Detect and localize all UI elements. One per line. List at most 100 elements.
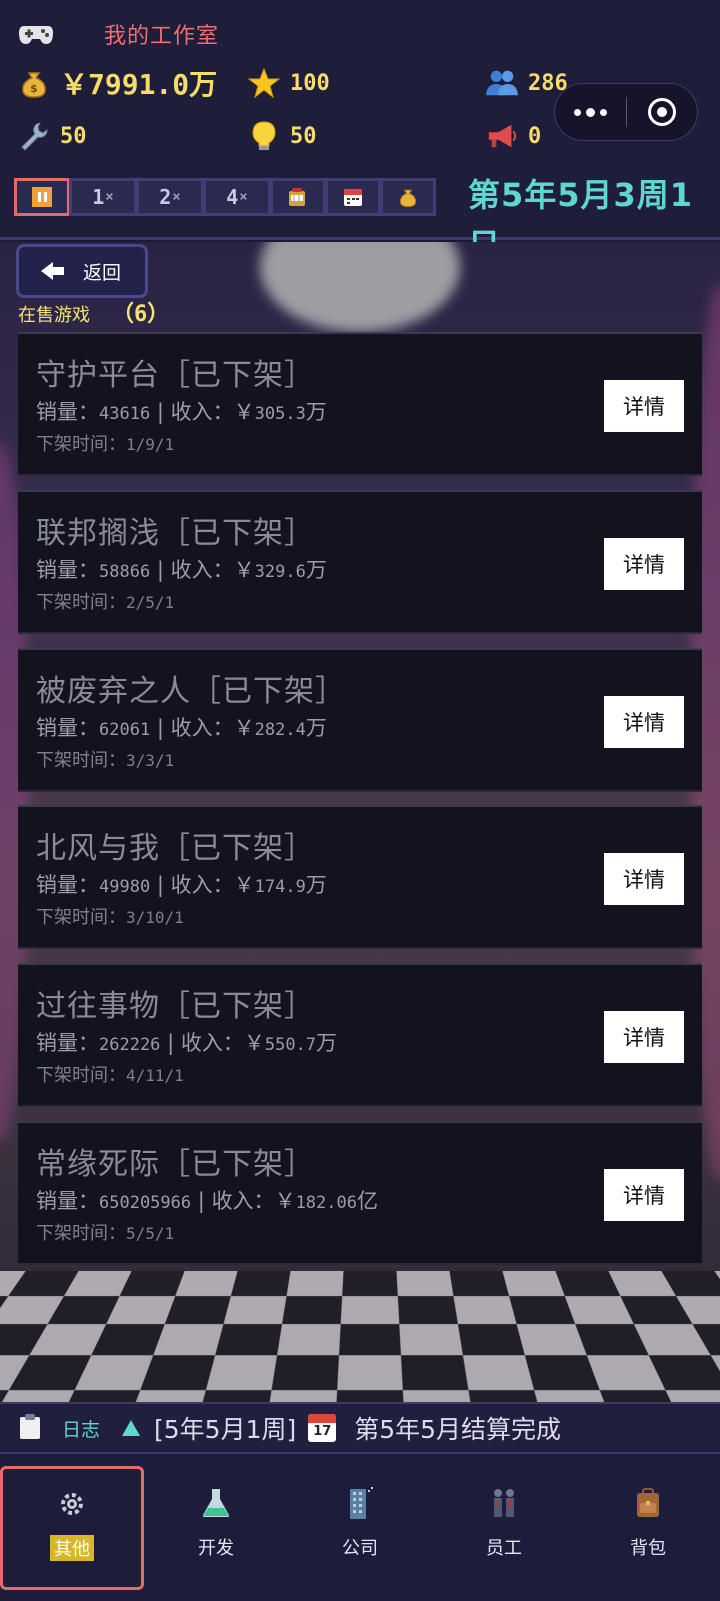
game-title: 联邦搁浅［已下架］ — [36, 516, 315, 551]
sales-label: 销量： — [36, 400, 99, 424]
log-message: 第5年5月结算完成 — [354, 1415, 562, 1444]
promo-stat: 0 — [486, 116, 541, 156]
sales-label: 销量： — [36, 873, 99, 897]
speed-2x-label: 2 — [159, 185, 172, 209]
stats-separator: | — [150, 873, 171, 897]
fame-stat: 100 — [248, 63, 330, 103]
log-label[interactable]: 日志 — [62, 1415, 100, 1442]
revenue-prefix: ￥ — [243, 1031, 265, 1055]
delist-label: 下架时间： — [36, 1223, 126, 1244]
delist-date: 4/11/1 — [126, 1066, 184, 1085]
speed-4x-button[interactable]: 4 × — [203, 178, 271, 216]
game-card: 守护平台［已下架］ 销量：43616 | 收入：￥305.3万 下架时间：1/9/1… — [18, 332, 702, 476]
clipboard-icon — [20, 1414, 40, 1439]
delist-date: 3/3/1 — [126, 751, 175, 770]
tools-stat: 50 — [18, 116, 87, 156]
calendar-button[interactable] — [325, 178, 381, 216]
nav-other[interactable]: 其他 — [0, 1466, 144, 1590]
game-stats: 销量：62061 | 收入：￥282.4万 — [36, 712, 327, 742]
section-header: 在售游戏 （6） — [18, 296, 169, 328]
section-count: （6） — [112, 302, 170, 327]
bottom-nav: 其他 开发 公司 员工 背包 — [0, 1452, 720, 1601]
speed-4x-label: 4 — [226, 185, 239, 209]
detail-button[interactable]: 详情 — [604, 1011, 684, 1063]
revenue-unit: 万 — [316, 1031, 338, 1055]
checker-floor-decoration — [0, 1270, 720, 1402]
game-list-page: 返回 在售游戏 （6） 守护平台［已下架］ 销量：43616 | 收入：￥305.… — [0, 242, 720, 1402]
backpack-icon — [631, 1486, 665, 1520]
section-title: 在售游戏 — [18, 305, 90, 326]
detail-button[interactable]: 详情 — [604, 853, 684, 905]
revenue-value: 282.4 — [254, 720, 306, 740]
pause-button[interactable] — [14, 178, 70, 216]
nav-develop[interactable]: 开发 — [144, 1454, 288, 1601]
wrench-icon — [18, 120, 50, 152]
log-bar[interactable]: 日志 [5年5月1周] 第5年5月结算完成 — [0, 1402, 720, 1452]
detail-button[interactable]: 详情 — [604, 538, 684, 590]
nav-label: 员工 — [486, 1538, 522, 1559]
sales-value: 43616 — [99, 404, 151, 424]
revenue-prefix: ￥ — [233, 873, 255, 897]
revenue-value: 329.6 — [254, 562, 306, 582]
game-card: 被废弃之人［已下架］ 销量：62061 | 收入：￥282.4万 下架时间：3/3/… — [18, 648, 702, 792]
studio-row: 我的工作室 — [18, 16, 219, 52]
close-miniprogram-button[interactable] — [627, 84, 698, 140]
sales-label: 销量： — [36, 716, 99, 740]
delist-date: 2/5/1 — [126, 593, 175, 612]
game-date: 第5年5月3周1日 — [468, 176, 694, 264]
miniprogram-capsule — [554, 83, 698, 141]
speed-1x-button[interactable]: 1 × — [69, 178, 137, 216]
nav-backpack[interactable]: 背包 — [576, 1454, 720, 1601]
game-title: 被废弃之人［已下架］ — [36, 674, 346, 709]
nav-label: 其他 — [50, 1535, 94, 1561]
speed-2x-button[interactable]: 2 × — [136, 178, 204, 216]
sales-label: 销量： — [36, 1031, 99, 1055]
stats-separator: | — [160, 1031, 181, 1055]
more-menu-button[interactable] — [555, 84, 626, 140]
star-icon — [248, 67, 280, 99]
back-label: 返回 — [83, 261, 122, 284]
delist-date: 3/10/1 — [126, 908, 184, 927]
revenue-prefix: ￥ — [233, 716, 255, 740]
delist-info: 下架时间：1/9/1 — [36, 430, 174, 456]
slot-machine-button[interactable] — [270, 178, 326, 216]
money-value: ￥7991.0万 — [60, 68, 218, 101]
promo-value: 0 — [528, 123, 542, 149]
people-icon — [486, 67, 518, 99]
lightbulb-icon — [248, 120, 280, 152]
nav-staff[interactable]: 员工 — [432, 1454, 576, 1601]
revenue-prefix: ￥ — [274, 1189, 296, 1213]
finance-button[interactable] — [380, 178, 436, 216]
game-title: 守护平台［已下架］ — [36, 358, 315, 393]
game-card: 北风与我［已下架］ 销量：49980 | 收入：￥174.9万 下架时间：3/10/… — [18, 805, 702, 949]
stats-separator: | — [150, 716, 171, 740]
revenue-label: 收入： — [170, 873, 234, 897]
game-stats: 销量：262226 | 收入：￥550.7万 — [36, 1027, 337, 1057]
sales-value: 262226 — [99, 1035, 161, 1055]
speed-suffix: × — [172, 189, 181, 205]
gamepad-icon — [18, 22, 54, 46]
nav-company[interactable]: 公司 — [288, 1454, 432, 1601]
slot-machine-icon — [289, 188, 305, 206]
svg-text:$: $ — [30, 82, 38, 95]
delist-info: 下架时间：5/5/1 — [36, 1219, 174, 1245]
back-button[interactable]: 返回 — [16, 244, 148, 298]
calendar-icon — [344, 189, 362, 206]
detail-button[interactable]: 详情 — [604, 696, 684, 748]
sales-value: 62061 — [99, 720, 151, 740]
delist-label: 下架时间： — [36, 1065, 126, 1086]
time-controls: 1 × 2 × 4 × — [14, 178, 436, 216]
revenue-value: 305.3 — [254, 404, 306, 424]
delist-date: 5/5/1 — [126, 1224, 175, 1243]
delist-info: 下架时间：2/5/1 — [36, 588, 174, 614]
speed-1x-label: 1 — [92, 185, 105, 209]
revenue-value: 174.9 — [254, 877, 306, 897]
detail-button[interactable]: 详情 — [604, 1169, 684, 1221]
game-card: 常缘死际［已下架］ 销量：650205966 | 收入：￥182.06亿 下架时间：… — [18, 1121, 702, 1265]
arrow-left-icon — [41, 262, 65, 280]
delist-label: 下架时间： — [36, 907, 126, 928]
stats-separator: | — [150, 558, 171, 582]
detail-button[interactable]: 详情 — [604, 380, 684, 432]
game-stats: 销量：58866 | 收入：￥329.6万 — [36, 554, 327, 584]
nav-label: 公司 — [342, 1538, 378, 1559]
